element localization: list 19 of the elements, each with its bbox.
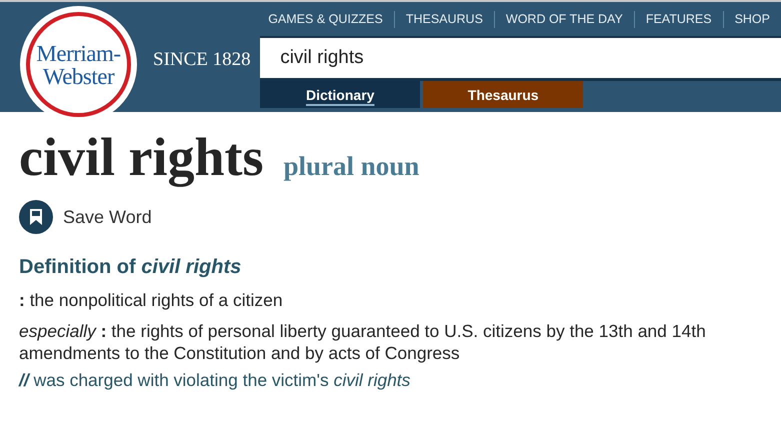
- definition-heading: Definition of civil rights: [19, 256, 242, 279]
- headword: civil rights: [19, 126, 264, 188]
- search-tab[interactable]: Thesaurus: [423, 81, 584, 108]
- example-sentence: // was charged with violating the victim's civil rights: [19, 369, 412, 391]
- search-tab[interactable]: Dictionary: [260, 81, 420, 108]
- part-of-speech: plural noun: [283, 151, 420, 182]
- bookmark-icon[interactable]: [19, 200, 53, 234]
- logo-text: Webster: [42, 64, 114, 88]
- search-field[interactable]: civil rights: [260, 38, 781, 78]
- tagline: SINCE 1828: [153, 48, 252, 72]
- nav-link[interactable]: WORD OF THE DAY: [494, 10, 634, 28]
- definition-text: especially : the rights of personal liberty guaranteed to U.S. citizens by the 13th and 14th amendments to the Constitution and by acts of Congress: [19, 320, 707, 364]
- nav-link[interactable]: SHOP: [722, 10, 781, 28]
- nav-link[interactable]: FEATURES: [634, 10, 723, 28]
- nav-link[interactable]: GAMES & QUIZZES: [257, 10, 394, 28]
- logo-text: Merriam-: [36, 42, 121, 64]
- nav-link[interactable]: THESAURUS: [394, 10, 494, 28]
- definition-text: : the nonpolitical rights of a citizen: [19, 289, 284, 311]
- save-word-link[interactable]: Save Word: [63, 206, 152, 228]
